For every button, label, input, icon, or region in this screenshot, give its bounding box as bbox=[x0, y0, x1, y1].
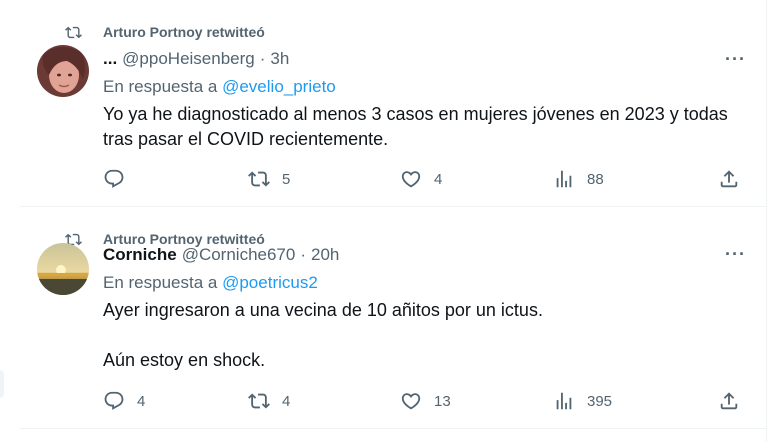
reply-mention-link[interactable]: @evelio_prieto bbox=[222, 77, 336, 96]
user-handle[interactable]: @Corniche670 bbox=[182, 244, 296, 266]
user-handle[interactable]: @ppoHeisenberg bbox=[122, 48, 255, 70]
like-count: 13 bbox=[434, 392, 451, 410]
reply-prefix: En respuesta a bbox=[103, 273, 218, 292]
display-name[interactable]: ... bbox=[103, 48, 117, 70]
tweet-header: Corniche @Corniche670 · 20h bbox=[103, 244, 736, 266]
reply-icon bbox=[104, 391, 124, 410]
share-icon bbox=[720, 170, 738, 188]
reply-prefix: En respuesta a bbox=[103, 77, 218, 96]
tweet-content: ... @ppoHeisenberg · 3h En respuesta a @… bbox=[103, 48, 736, 152]
views-button[interactable]: 88 bbox=[553, 168, 607, 190]
retweet-count: 5 bbox=[282, 170, 291, 188]
views-button[interactable]: 395 bbox=[553, 390, 612, 412]
avatar[interactable] bbox=[37, 243, 89, 295]
timeline-feed: Arturo Portnoy retwitteó ... @ppoHeisenb… bbox=[0, 0, 774, 442]
retweet-icon bbox=[65, 26, 82, 38]
retweet-icon bbox=[248, 393, 270, 409]
retweet-button[interactable]: 4 bbox=[248, 390, 302, 412]
views-icon bbox=[556, 170, 572, 188]
reply-count: 4 bbox=[137, 392, 146, 410]
tweet-header: ... @ppoHeisenberg · 3h bbox=[103, 48, 736, 70]
retweeted-by-label[interactable]: Arturo Portnoy retwitteó bbox=[103, 24, 265, 40]
scroll-indicator bbox=[0, 370, 4, 398]
reply-context: En respuesta a @poetricus2 bbox=[103, 272, 736, 294]
reply-button[interactable]: 4 bbox=[103, 390, 157, 412]
tweet-text: Yo ya he diagnosticado al menos 3 casos … bbox=[103, 104, 728, 149]
reply-mention-link[interactable]: @poetricus2 bbox=[222, 273, 318, 292]
timestamp[interactable]: 20h bbox=[311, 244, 339, 266]
retweet-context: Arturo Portnoy retwitteó bbox=[65, 22, 265, 42]
timestamp[interactable]: 3h bbox=[270, 48, 289, 70]
tweet-content: Corniche @Corniche670 · 20h En respuesta… bbox=[103, 244, 736, 373]
like-button[interactable]: 4 bbox=[400, 168, 454, 190]
more-icon[interactable]: ··· bbox=[725, 50, 746, 68]
share-button[interactable] bbox=[718, 168, 740, 190]
like-icon bbox=[401, 171, 421, 188]
share-icon bbox=[720, 392, 738, 410]
like-button[interactable]: 13 bbox=[400, 390, 454, 412]
tweet[interactable]: Arturo Portnoy retwitteó ... @ppoHeisenb… bbox=[20, 0, 766, 207]
column-border bbox=[766, 0, 767, 442]
separator-dot: · bbox=[259, 49, 266, 68]
tweet-text: Ayer ingresaron a una vecina de 10 añito… bbox=[103, 300, 543, 370]
like-icon bbox=[401, 393, 421, 410]
views-icon bbox=[556, 392, 572, 410]
retweet-count: 4 bbox=[282, 392, 291, 410]
tweet-actions: 4 4 13 395 bbox=[103, 390, 740, 412]
profile-photo bbox=[37, 45, 89, 97]
tweet-actions: 5 4 88 bbox=[103, 168, 740, 190]
display-name[interactable]: Corniche bbox=[103, 244, 177, 266]
avatar[interactable] bbox=[37, 45, 89, 97]
reply-context: En respuesta a @evelio_prieto bbox=[103, 76, 736, 98]
like-count: 4 bbox=[434, 170, 443, 188]
reply-icon bbox=[104, 169, 124, 188]
more-icon[interactable]: ··· bbox=[725, 245, 746, 263]
separator-dot: · bbox=[300, 245, 307, 264]
retweet-icon bbox=[248, 171, 270, 187]
reply-button[interactable] bbox=[103, 168, 157, 190]
sunset-photo bbox=[37, 243, 89, 295]
retweet-button[interactable]: 5 bbox=[248, 168, 302, 190]
share-button[interactable] bbox=[718, 390, 740, 412]
views-count: 395 bbox=[587, 392, 613, 410]
views-count: 88 bbox=[587, 170, 604, 188]
tweet[interactable]: Arturo Portnoy retwitteó Corniche @Corni… bbox=[20, 207, 766, 429]
